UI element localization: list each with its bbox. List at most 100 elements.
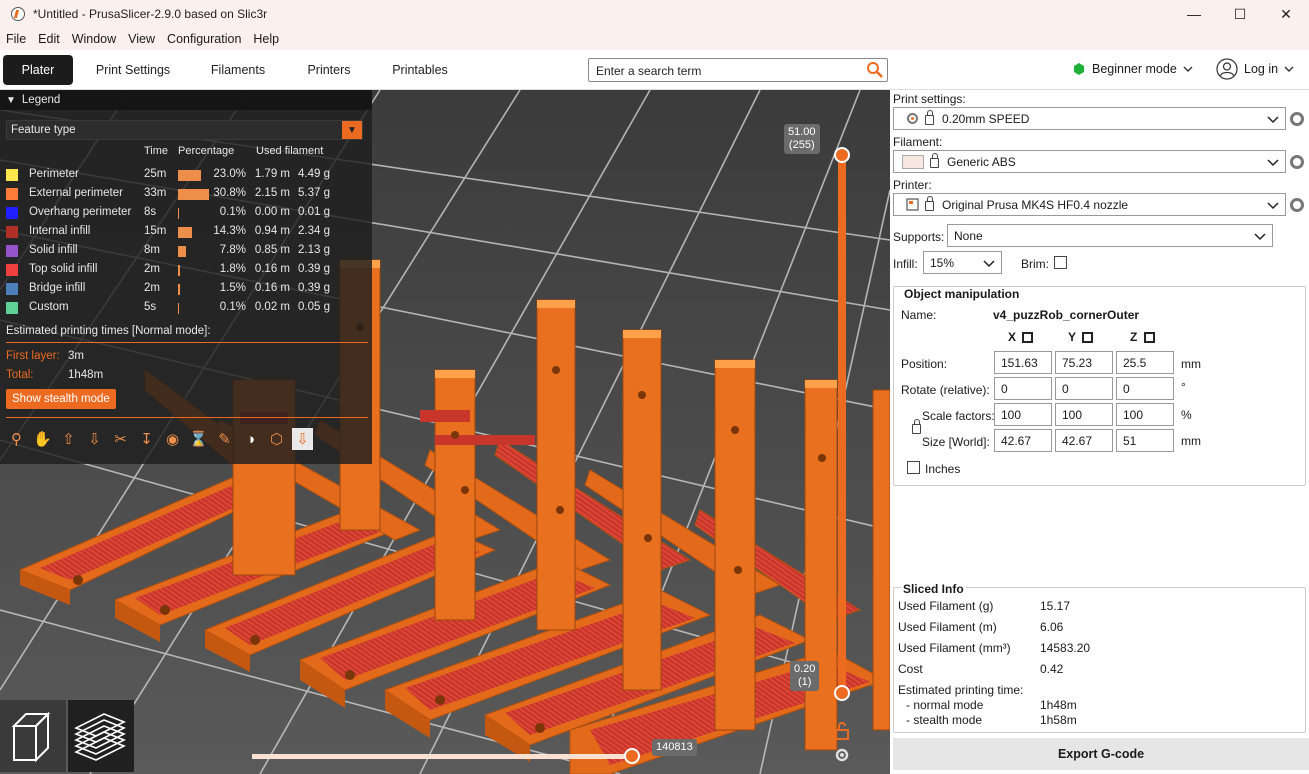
infill-combo[interactable]: 15% [923, 251, 1002, 274]
drop-to-bed-icon[interactable] [1082, 332, 1093, 343]
inches-checkbox[interactable] [907, 461, 920, 474]
view-type-select[interactable]: Feature type ▼ [6, 120, 363, 140]
printer-value: Original Prusa MK4S HF0.4 nozzle [942, 197, 1129, 212]
legend-row[interactable]: Overhang perimeter 8s 0.1% 0.00 m 0.01 g [6, 204, 366, 223]
tool-marker-icon[interactable]: ⇩ [292, 428, 313, 450]
printer-gear-icon[interactable] [1290, 198, 1304, 212]
size-z-field[interactable]: 51 [1116, 429, 1174, 452]
tab-filaments[interactable]: Filaments [200, 55, 276, 85]
wipe-icon[interactable]: ✋ [32, 428, 53, 450]
menu-view[interactable]: View [122, 32, 161, 46]
export-gcode-button[interactable]: Export G-code [893, 738, 1309, 770]
position-y-field[interactable]: 75.23 [1055, 351, 1113, 374]
position-x-field[interactable]: 151.63 [994, 351, 1052, 374]
maximize-button[interactable]: ☐ [1217, 0, 1263, 28]
supports-combo[interactable]: None [947, 224, 1273, 247]
legend-row[interactable]: External perimeter 33m 30.8% 2.15 m 5.37 g [6, 185, 366, 204]
move-slider[interactable] [252, 754, 632, 759]
printer-combo[interactable]: Original Prusa MK4S HF0.4 nozzle [893, 193, 1286, 216]
legend-row[interactable]: Perimeter 25m 23.0% 1.79 m 4.49 g [6, 166, 366, 185]
mode-label: Beginner mode [1092, 62, 1177, 76]
scale-lock-icon[interactable] [912, 419, 921, 434]
rotate-x-field[interactable]: 0 [994, 377, 1052, 400]
color-changes-icon[interactable]: ◉ [162, 428, 183, 450]
minimize-button[interactable]: — [1171, 0, 1217, 28]
retractions-icon[interactable]: ⇧ [58, 428, 79, 450]
user-icon [1216, 58, 1238, 80]
total-value: 1h48m [68, 369, 104, 381]
percentage-bar [178, 170, 201, 181]
unlock-icon[interactable] [833, 722, 851, 740]
3d-view-cube-icon[interactable] [0, 700, 66, 772]
deretractions-icon[interactable]: ⇩ [84, 428, 105, 450]
name-label: Name: [901, 308, 937, 322]
legend-row[interactable]: Custom 5s 0.1% 0.02 m 0.05 g [6, 299, 366, 318]
menu-configuration[interactable]: Configuration [161, 32, 247, 46]
collapse-triangle-icon[interactable]: ▼ [6, 95, 16, 106]
scale-x-field[interactable]: 100 [994, 403, 1052, 426]
layers-view-icon[interactable] [68, 700, 134, 772]
settings-gear-icon[interactable] [833, 746, 851, 764]
bottom-layer-thumb[interactable] [834, 685, 850, 701]
print-settings-label: Print settings: [893, 92, 966, 106]
print-settings-combo[interactable]: 0.20mm SPEED [893, 107, 1286, 130]
infill-label: Infill: [893, 257, 918, 271]
rotate-y-field[interactable]: 0 [1055, 377, 1113, 400]
center-of-gravity-icon[interactable]: ◑ [240, 428, 261, 450]
mode-selector[interactable]: Beginner mode [1072, 62, 1193, 76]
layer-slider[interactable] [838, 150, 846, 696]
feature-grams: 0.01 g [298, 206, 330, 218]
show-stealth-mode-button[interactable]: Show stealth mode [6, 389, 116, 409]
position-z-field[interactable]: 25.5 [1116, 351, 1174, 374]
legend-panel: ▼ Legend Feature type ▼ Time Percentage … [0, 90, 372, 464]
scale-z-field[interactable]: 100 [1116, 403, 1174, 426]
tool-changes-icon[interactable]: ↧ [136, 428, 157, 450]
size-y-field[interactable]: 42.67 [1055, 429, 1113, 452]
shells-icon[interactable]: ⬡ [266, 428, 287, 450]
feature-name: Solid infill [29, 244, 78, 256]
sliced-info-label: Used Filament (m) [898, 620, 997, 634]
est-time-label: Estimated printing time: [898, 683, 1024, 697]
drop-to-bed-icon[interactable] [1144, 332, 1155, 343]
brim-checkbox[interactable] [1054, 256, 1067, 269]
search-icon[interactable] [866, 61, 884, 79]
feature-meters: 1.79 m [254, 168, 290, 180]
travel-icon[interactable]: ⚲ [6, 428, 27, 450]
tab-printers[interactable]: Printers [296, 55, 362, 85]
search-input[interactable]: Enter a search term [588, 58, 888, 82]
chevron-down-icon[interactable]: ▼ [342, 121, 362, 139]
seams-icon[interactable]: ✂ [110, 428, 131, 450]
top-layer-thumb[interactable] [834, 147, 850, 163]
tab-plater[interactable]: Plater [3, 55, 73, 85]
size-x-field[interactable]: 42.67 [994, 429, 1052, 452]
rotate-z-field[interactable]: 0 [1116, 377, 1174, 400]
legend-header[interactable]: ▼ Legend [0, 90, 372, 110]
feature-name: External perimeter [29, 187, 123, 199]
legend-row[interactable]: Solid infill 8m 7.8% 0.85 m 2.13 g [6, 242, 366, 261]
scale-y-field[interactable]: 100 [1055, 403, 1113, 426]
lock-icon [925, 195, 934, 211]
drop-to-bed-icon[interactable] [1022, 332, 1033, 343]
menu-edit[interactable]: Edit [32, 32, 66, 46]
menu-help[interactable]: Help [247, 32, 285, 46]
legend-row[interactable]: Top solid infill 2m 1.8% 0.16 m 0.39 g [6, 261, 366, 280]
print-settings-gear-icon[interactable] [1290, 112, 1304, 126]
tab-printables[interactable]: Printables [380, 55, 460, 85]
menu-file[interactable]: File [0, 32, 32, 46]
axis-z-header: Z [1130, 330, 1138, 344]
close-button[interactable]: ✕ [1263, 0, 1309, 28]
filament-gear-icon[interactable] [1290, 155, 1304, 169]
tab-print-settings[interactable]: Print Settings [88, 55, 178, 85]
feature-grams: 2.13 g [298, 244, 330, 256]
legend-row[interactable]: Bridge infill 2m 1.5% 0.16 m 0.39 g [6, 280, 366, 299]
legend-row[interactable]: Internal infill 15m 14.3% 0.94 m 2.34 g [6, 223, 366, 242]
move-slider-thumb[interactable] [624, 748, 640, 764]
pause-icon[interactable]: ⌛ [188, 428, 209, 450]
filament-combo[interactable]: Generic ABS [893, 150, 1286, 173]
menu-window[interactable]: Window [66, 32, 122, 46]
custom-gcode-icon[interactable]: ✎ [214, 428, 235, 450]
login-button[interactable]: Log in [1216, 58, 1294, 80]
sliced-info-value: 15.17 [1040, 599, 1071, 613]
feature-percentage: 14.3% [213, 225, 246, 237]
feature-color-swatch [6, 169, 18, 181]
